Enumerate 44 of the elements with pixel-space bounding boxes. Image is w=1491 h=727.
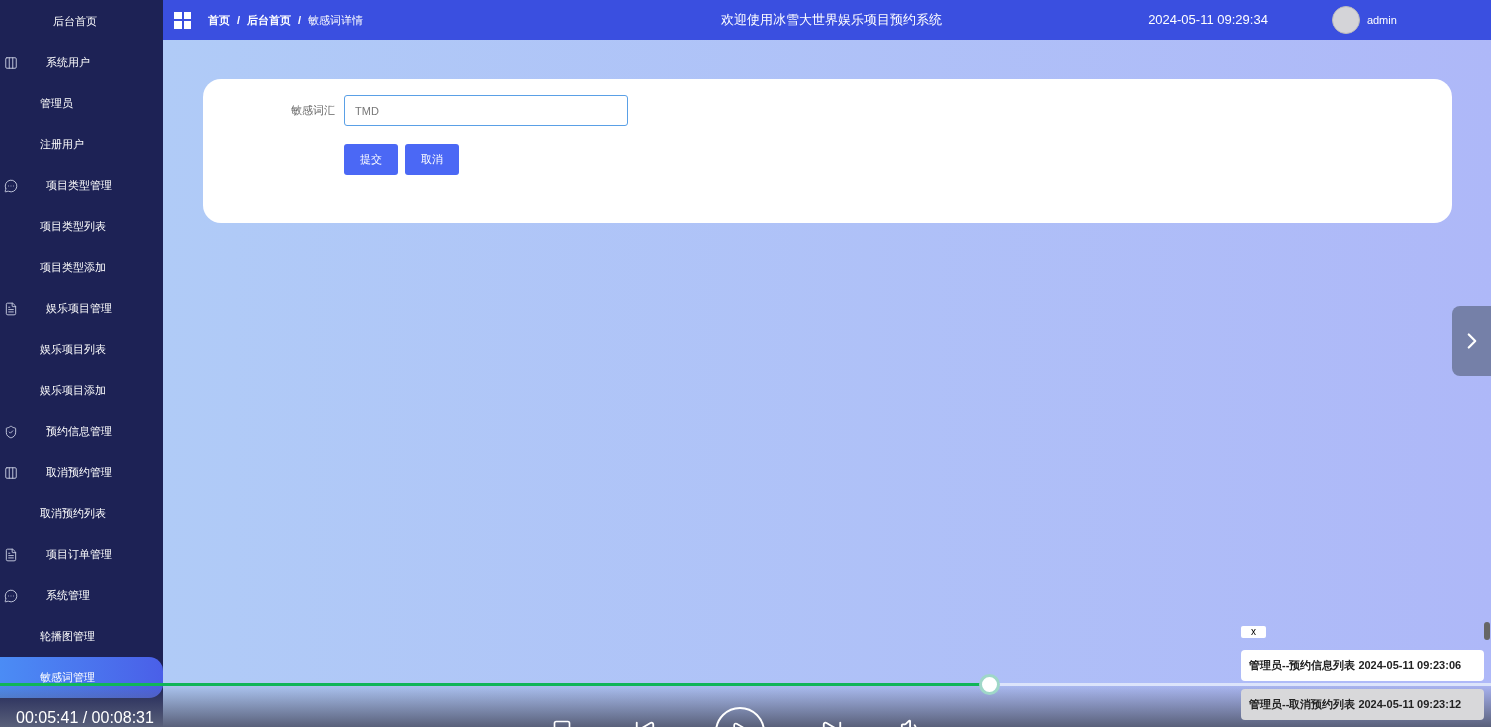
avatar-icon[interactable] <box>1331 6 1360 34</box>
sidebar-item[interactable]: 娱乐项目添加 <box>0 370 163 411</box>
chat-icon <box>4 178 18 193</box>
sidebar-item[interactable]: 取消预约列表 <box>0 493 163 534</box>
columns-icon <box>4 465 18 480</box>
cancel-button[interactable]: 取消 <box>405 144 459 175</box>
columns-icon <box>4 55 18 70</box>
progress-track[interactable] <box>0 683 1491 686</box>
shield-icon <box>4 424 18 439</box>
breadcrumb-separator: / <box>237 12 241 28</box>
breadcrumb-link[interactable]: 首页 <box>208 11 230 29</box>
sidebar-item[interactable]: 项目类型添加 <box>0 247 163 288</box>
notification-item[interactable]: 管理员--取消预约列表 2024-05-11 09:23:12 <box>1241 689 1484 720</box>
sidebar-item-active[interactable]: 敏感词管理 <box>0 657 163 698</box>
username[interactable]: admin <box>1366 11 1397 29</box>
document-icon <box>4 301 18 316</box>
sidebar-item[interactable]: 后台首页 <box>0 1 163 42</box>
field-label: 敏感词汇 <box>290 103 335 119</box>
datetime: 2024-05-11 09:29:34 <box>1148 11 1268 30</box>
breadcrumb-separator: / <box>298 12 302 28</box>
system-title: 欢迎使用冰雪大世界娱乐项目预约系统 <box>721 11 943 30</box>
input-field[interactable]: TMD <box>344 95 628 126</box>
sidebar-item[interactable]: 娱乐项目列表 <box>0 329 163 370</box>
time-display: 00:05:41 / 00:08:31 <box>16 710 154 726</box>
sidebar-item[interactable]: 轮播图管理 <box>0 616 163 657</box>
sidebar-item[interactable]: 项目订单管理 <box>0 534 163 575</box>
sidebar-item[interactable]: 娱乐项目管理 <box>0 288 163 329</box>
grid-icon[interactable] <box>174 11 191 29</box>
close-button[interactable]: x <box>1241 626 1266 638</box>
sidebar-item[interactable]: 管理员 <box>0 83 163 124</box>
breadcrumb-link[interactable]: 敏感词详情 <box>308 11 364 29</box>
submit-button[interactable]: 提交 <box>344 144 398 175</box>
sidebar-item[interactable]: 预约信息管理 <box>0 411 163 452</box>
scrollbar-thumb[interactable] <box>1484 622 1490 640</box>
sidebar-item[interactable]: 项目类型管理 <box>0 165 163 206</box>
sidebar-item[interactable]: 系统管理 <box>0 575 163 616</box>
sidebar-item[interactable]: 项目类型列表 <box>0 206 163 247</box>
sidebar-item[interactable]: 取消预约管理 <box>0 452 163 493</box>
chat-icon <box>4 588 18 603</box>
sidebar-item[interactable]: 系统用户 <box>0 42 163 83</box>
notification-item[interactable]: 管理员--预约信息列表 2024-05-11 09:23:06 <box>1241 650 1484 681</box>
breadcrumb-link[interactable]: 后台首页 <box>247 11 292 29</box>
document-icon <box>4 547 18 562</box>
sidebar-item[interactable]: 注册用户 <box>0 124 163 165</box>
